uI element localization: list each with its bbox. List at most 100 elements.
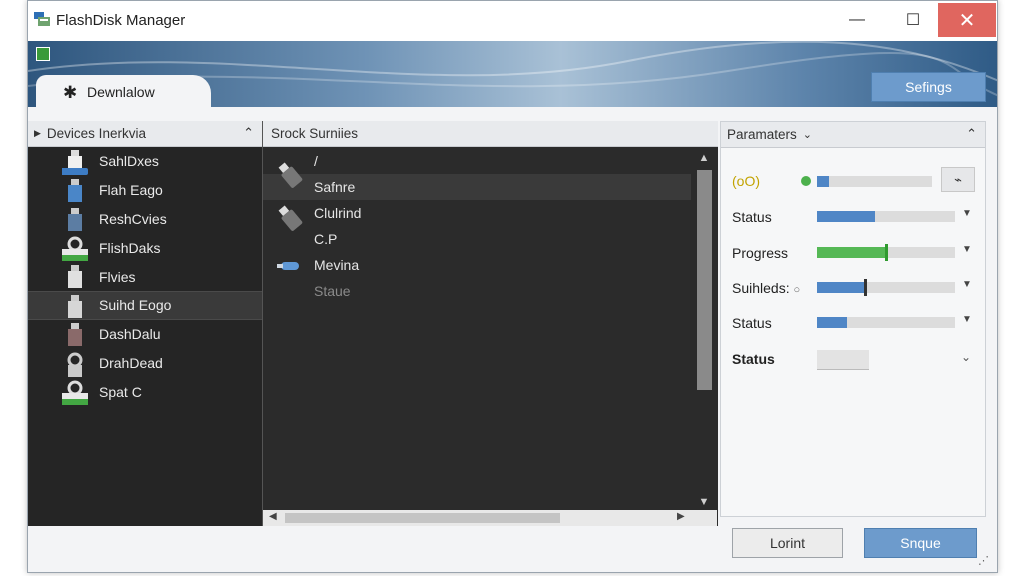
chart-icon[interactable]: ⌁	[941, 167, 975, 192]
slider-fill	[817, 176, 829, 187]
device-label: Suihd Eogo	[99, 297, 172, 314]
device-item[interactable]: DrahDead	[28, 349, 262, 378]
usb-stick-icon	[277, 262, 299, 270]
usb-drive-icon	[68, 207, 82, 231]
ribbon-banner: ✱ Dewnlalow Sefings	[28, 41, 997, 107]
device-item[interactable]: Flvies	[28, 262, 262, 291]
device-label: DrahDead	[99, 354, 163, 371]
file-item[interactable]: /	[263, 148, 691, 174]
device-label: FlishDaks	[99, 239, 161, 256]
title-bar: FlashDisk Manager — ☐ ✕	[28, 1, 997, 41]
info-icon: ○	[793, 284, 801, 296]
file-item[interactable]: Clulrind	[263, 200, 691, 231]
device-item[interactable]: DashDalu	[28, 320, 262, 349]
slider-fill	[817, 282, 866, 293]
file-label: Clulrind	[314, 205, 362, 221]
file-item[interactable]: Staue	[263, 278, 691, 304]
app-window: FlashDisk Manager — ☐ ✕ ✱ Dewnlalow Sefi…	[27, 0, 998, 573]
device-item[interactable]: Spat C	[28, 377, 262, 406]
scroll-down-icon[interactable]: ▼	[691, 496, 717, 508]
cancel-button[interactable]: Lorint	[732, 528, 843, 558]
dropdown-arrow-icon[interactable]: ▼	[962, 244, 972, 255]
shields-slider[interactable]	[817, 279, 955, 296]
file-list: / Safnre Clulrind C.P Mevina Staue	[263, 148, 691, 304]
progress-slider[interactable]	[817, 244, 955, 261]
dropdown-arrow-icon[interactable]: ▼	[962, 279, 972, 290]
file-label: Mevina	[314, 257, 360, 273]
file-label: C.P	[314, 231, 338, 247]
slider-fill	[817, 211, 875, 222]
slider-handle[interactable]	[864, 279, 868, 296]
status-slider[interactable]	[817, 317, 955, 328]
device-label: SahlDxes	[99, 153, 159, 170]
parameters-panel-title: Paramaters	[727, 127, 797, 142]
device-item[interactable]: SahlDxes	[28, 147, 262, 176]
param-row-status-bold: Status ⌄	[721, 345, 985, 373]
minimize-button[interactable]: —	[834, 3, 880, 37]
slider-fill	[817, 317, 848, 328]
file-item[interactable]: C.P	[263, 226, 691, 252]
settings-button[interactable]: Sefings	[871, 72, 986, 102]
device-item[interactable]: FlishDaks	[28, 233, 262, 262]
collapse-icon[interactable]: ⌃	[243, 125, 254, 141]
device-item[interactable]: ReshCvies	[28, 205, 262, 234]
signal-slider[interactable]	[817, 176, 932, 187]
document-icon[interactable]	[36, 47, 50, 61]
resize-grip-icon[interactable]: ⋰	[978, 554, 989, 567]
scroll-thumb[interactable]	[285, 513, 560, 523]
chevron-down-icon[interactable]: ⌄	[961, 350, 971, 364]
status-slider[interactable]	[817, 211, 955, 222]
dropdown-arrow-icon[interactable]: ▼	[962, 314, 972, 325]
file-item[interactable]: Mevina	[263, 252, 691, 278]
puzzle-icon: ✱	[63, 83, 78, 102]
usb-drive-icon	[62, 150, 88, 175]
usb-drive-icon	[68, 322, 82, 346]
horizontal-scrollbar[interactable]: ◀ ▶	[263, 510, 717, 526]
param-label: Status	[732, 315, 772, 331]
usb-drive-icon	[278, 162, 303, 188]
param-row-shields: Suihleds: ○ ▼	[721, 274, 985, 302]
maximize-button[interactable]: ☐	[890, 3, 936, 37]
files-panel-header: Srock Surniies	[263, 121, 718, 147]
param-row-progress: Progress ▼	[721, 239, 985, 267]
vertical-scrollbar[interactable]: ▲ ▼	[691, 148, 717, 510]
device-label: ReshCvies	[99, 210, 167, 227]
dropdown-arrow-icon[interactable]: ▼	[962, 208, 972, 219]
status-select[interactable]	[817, 350, 869, 370]
parameters-panel: Paramaters ⌄ ⌃ (oO) ⌁ Status ▼ Progress	[720, 121, 986, 517]
device-label: Flvies	[99, 268, 136, 285]
scroll-right-icon[interactable]: ▶	[677, 511, 685, 522]
scroll-left-icon[interactable]: ◀	[269, 511, 277, 522]
file-label: /	[314, 153, 318, 169]
file-label: Staue	[314, 283, 351, 299]
file-item[interactable]: Safnre	[263, 162, 691, 200]
scroll-up-icon[interactable]: ▲	[691, 152, 717, 164]
expand-arrow-icon: ▶	[34, 128, 41, 138]
files-panel-title: Srock Surniies	[271, 126, 359, 141]
apply-button[interactable]: Snque	[864, 528, 977, 558]
files-panel: Srock Surniies / Safnre Clulrind C.P Mev…	[262, 121, 718, 526]
devices-panel-header[interactable]: ▶ Devices Inerkvia ⌃	[28, 121, 262, 147]
usb-lock-icon	[62, 236, 88, 262]
tab-download[interactable]: ✱ Dewnlalow	[36, 75, 211, 107]
device-item[interactable]: Flah Eago	[28, 176, 262, 205]
device-label: DashDalu	[99, 326, 161, 343]
device-item-selected[interactable]: Suihd Eogo	[28, 290, 262, 320]
param-label: Status	[732, 351, 775, 367]
parameters-panel-header[interactable]: Paramaters ⌄ ⌃	[721, 122, 985, 148]
param-label: Suihleds: ○	[732, 280, 800, 296]
close-button[interactable]: ✕	[938, 3, 996, 37]
app-icon	[34, 12, 50, 26]
scroll-thumb[interactable]	[697, 170, 712, 390]
device-list: SahlDxes Flah Eago ReshCvies FlishDaks F…	[28, 147, 262, 406]
usb-drive-icon	[68, 294, 82, 318]
usb-drive-icon	[68, 265, 82, 289]
tab-label: Dewnlalow	[87, 84, 155, 100]
status-dot-icon	[801, 176, 811, 186]
slider-handle[interactable]	[885, 244, 888, 261]
device-label: Spat C	[99, 383, 142, 400]
param-label: (oO)	[732, 173, 760, 189]
param-row-signal: (oO) ⌁	[721, 167, 985, 195]
usb-lock-icon	[62, 380, 88, 406]
collapse-icon[interactable]: ⌃	[966, 126, 977, 142]
